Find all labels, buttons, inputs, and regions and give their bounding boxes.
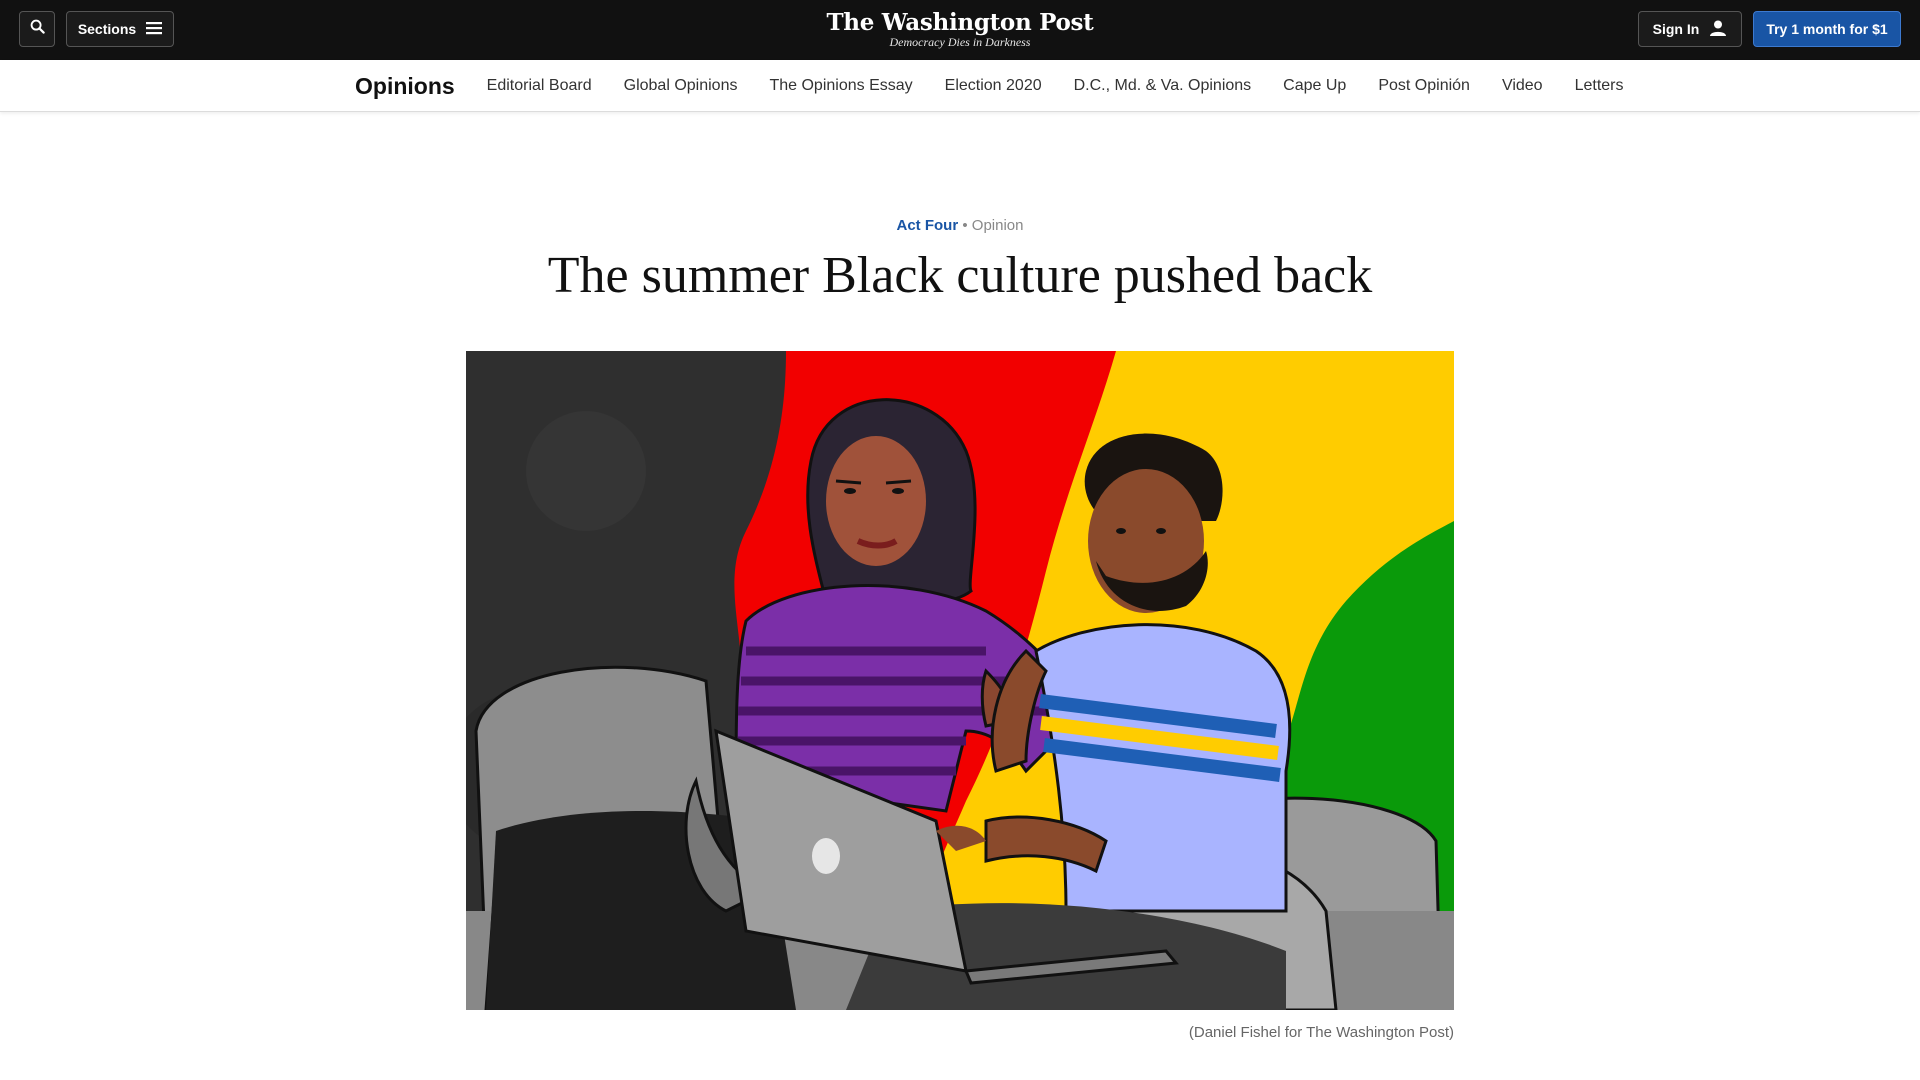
- opinions-nav: Opinions Editorial Board Global Opinions…: [0, 60, 1920, 112]
- nav-link-opinions-essay[interactable]: The Opinions Essay: [769, 77, 912, 95]
- kicker-section-link[interactable]: Act Four: [897, 217, 959, 234]
- nav-title-opinions[interactable]: Opinions: [355, 73, 455, 100]
- tagline: Democracy Dies in Darkness: [889, 35, 1031, 49]
- search-icon: [30, 19, 45, 39]
- sign-in-button[interactable]: Sign In: [1638, 11, 1742, 47]
- sections-button[interactable]: Sections: [66, 11, 174, 47]
- subscribe-button[interactable]: Try 1 month for $1: [1753, 11, 1901, 47]
- nav-link-video[interactable]: Video: [1502, 77, 1543, 95]
- sign-in-label: Sign In: [1652, 21, 1700, 37]
- nav-link-global-opinions[interactable]: Global Opinions: [624, 77, 738, 95]
- site-logo[interactable]: The Washington Post Democracy Dies in Da…: [760, 8, 1160, 48]
- nav-link-cape-up[interactable]: Cape Up: [1283, 77, 1346, 95]
- user-icon: [1709, 19, 1727, 40]
- nav-link-post-opinion[interactable]: Post Opinión: [1378, 77, 1470, 95]
- top-bar: Sections The Washington Post Democracy D…: [0, 0, 1920, 60]
- article-kicker: Act Four • Opinion: [760, 216, 1160, 236]
- nav-link-election-2020[interactable]: Election 2020: [945, 77, 1042, 95]
- hamburger-icon: [146, 21, 163, 38]
- search-button[interactable]: [19, 11, 55, 47]
- article-headline: The summer Black culture pushed back: [547, 247, 1373, 304]
- nav-link-dc-md-va-opinions[interactable]: D.C., Md. & Va. Opinions: [1074, 77, 1252, 95]
- sections-label: Sections: [77, 21, 137, 37]
- image-caption: (Daniel Fishel for The Washington Post): [1188, 1024, 1454, 1041]
- kicker-separator: •: [962, 217, 968, 234]
- kicker-label: Opinion: [971, 217, 1024, 234]
- nav-link-letters[interactable]: Letters: [1575, 77, 1624, 95]
- article-illustration: [466, 351, 1454, 1010]
- logo-text: The Washington Post: [826, 9, 1094, 36]
- opinions-nav-links: Opinions Editorial Board Global Opinions…: [355, 60, 1656, 112]
- nav-link-editorial-board[interactable]: Editorial Board: [487, 77, 592, 95]
